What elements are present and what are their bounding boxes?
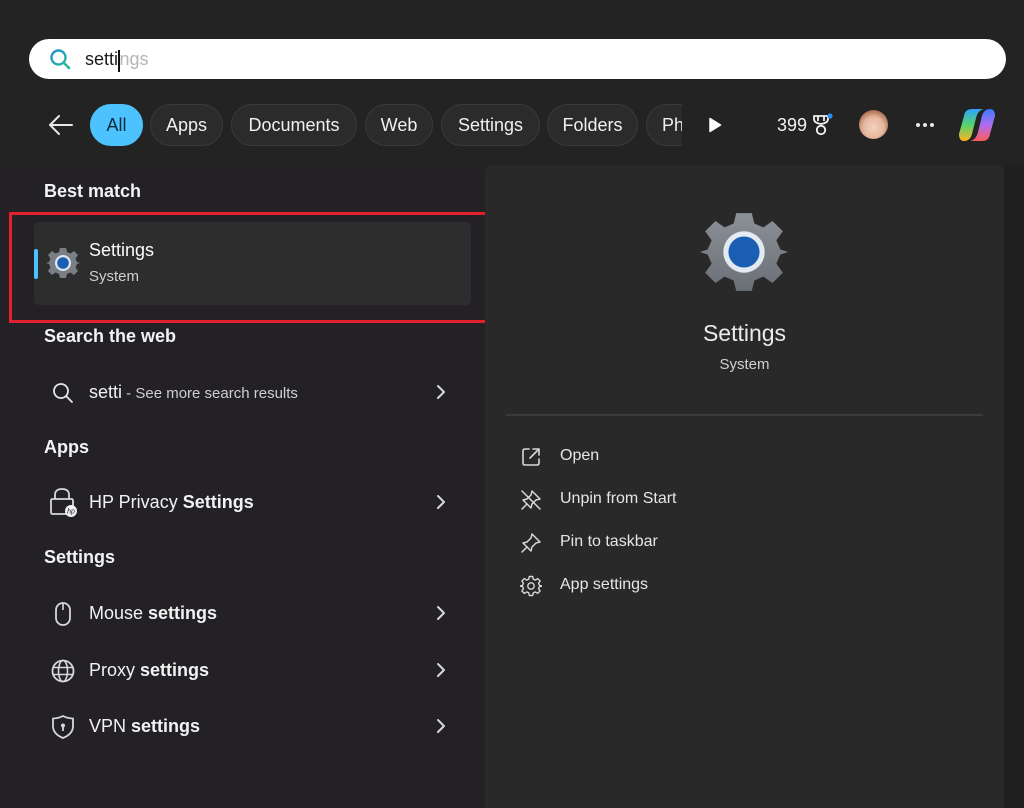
best-match-title: Settings (89, 240, 155, 260)
hp-lock-icon: hp (50, 488, 77, 517)
action-label: Pin to taskbar (560, 533, 658, 550)
gear-icon (520, 575, 542, 597)
app-result-hp-privacy-settings[interactable]: hp HP Privacy Settings (34, 477, 471, 527)
action-label: App settings (560, 576, 649, 593)
setting-name-prefix: Proxy (89, 659, 141, 680)
svg-text:hp: hp (67, 509, 75, 516)
action-unpin-from-start[interactable]: Unpin from Start (510, 481, 810, 517)
chevron-right-icon (437, 719, 445, 733)
app-name-prefix: HP Privacy (89, 491, 183, 512)
chevron-right-icon (437, 385, 445, 399)
chip-photos[interactable]: Ph (646, 104, 682, 146)
preview-subtitle: System (719, 356, 770, 373)
more-filters-button[interactable] (700, 112, 730, 138)
shield-icon (52, 715, 74, 739)
setting-name-prefix: Mouse (89, 602, 149, 623)
web-search-result[interactable]: setti - See more search results (34, 367, 471, 417)
search-icon (53, 383, 73, 403)
panel-edge (1004, 165, 1024, 808)
setting-name-match: settings (131, 715, 201, 736)
chip-label: Settings (457, 114, 524, 135)
action-open[interactable]: Open (510, 438, 810, 474)
search-box[interactable]: setti ngs (29, 39, 1006, 79)
chip-documents[interactable]: Documents (231, 104, 357, 146)
setting-name-prefix: VPN (89, 715, 132, 736)
chip-label: Documents (248, 114, 340, 135)
app-name-match: Settings (182, 491, 254, 512)
copilot-icon[interactable] (956, 104, 998, 146)
chip-all[interactable]: All (90, 104, 143, 146)
best-match-settings[interactable]: Settings System (34, 222, 471, 305)
action-pin-to-taskbar[interactable]: Pin to taskbar (510, 524, 810, 560)
chip-label: All (106, 114, 127, 135)
divider (506, 414, 983, 416)
section-search-the-web: Search the web (44, 326, 177, 346)
action-app-settings[interactable]: App settings (510, 567, 810, 603)
unpin-icon (521, 490, 541, 510)
selection-indicator (34, 249, 38, 279)
chip-label: Apps (165, 114, 208, 135)
chip-label: Ph (662, 114, 682, 135)
globe-icon (51, 659, 75, 683)
filter-chips: All Apps Documents Web Settings Folders … (90, 104, 682, 148)
chip-label: Web (380, 114, 418, 135)
section-apps: Apps (44, 437, 89, 457)
rewards-points[interactable]: 399 (777, 110, 833, 140)
web-query: setti (89, 381, 123, 402)
chip-apps[interactable]: Apps (150, 104, 223, 146)
chip-settings[interactable]: Settings (441, 104, 540, 146)
play-arrow-icon (709, 117, 722, 133)
settings-gear-icon (700, 213, 788, 291)
ellipsis-icon (916, 123, 920, 127)
setting-name-match: settings (140, 659, 210, 680)
setting-name-match: settings (148, 602, 218, 623)
chip-label: Folders (562, 114, 623, 135)
settings-result-vpn[interactable]: VPN settings (34, 701, 471, 751)
search-icon (50, 49, 71, 70)
chip-folders[interactable]: Folders (547, 104, 638, 146)
more-options-button[interactable] (910, 112, 940, 138)
section-settings: Settings (44, 547, 116, 567)
search-input[interactable]: setti ngs (85, 39, 986, 79)
chevron-right-icon (437, 663, 445, 677)
back-button[interactable] (44, 108, 78, 142)
search-typed-text: setti (85, 48, 119, 69)
chevron-right-icon (437, 495, 445, 509)
ellipsis-icon (930, 123, 934, 127)
trophy-icon (813, 113, 833, 136)
section-best-match: Best match (44, 181, 142, 201)
settings-gear-icon (46, 248, 80, 278)
back-arrow-icon (49, 115, 73, 135)
search-autocomplete-suggestion: ngs (119, 48, 149, 69)
chip-web[interactable]: Web (365, 104, 433, 146)
user-avatar[interactable] (859, 110, 888, 139)
mouse-icon (55, 602, 71, 626)
preview-title: Settings (702, 320, 787, 346)
pin-icon (521, 533, 541, 553)
settings-result-proxy[interactable]: Proxy settings (34, 645, 471, 695)
action-label: Unpin from Start (560, 490, 677, 507)
open-external-icon (522, 448, 540, 466)
best-match-subtitle: System (89, 268, 140, 285)
settings-result-mouse[interactable]: Mouse settings (34, 588, 471, 638)
chevron-right-icon (437, 606, 445, 620)
web-see-more: - See more search results (122, 384, 298, 402)
points-value: 399 (777, 114, 808, 135)
ellipsis-icon (923, 123, 927, 127)
action-label: Open (560, 447, 600, 464)
